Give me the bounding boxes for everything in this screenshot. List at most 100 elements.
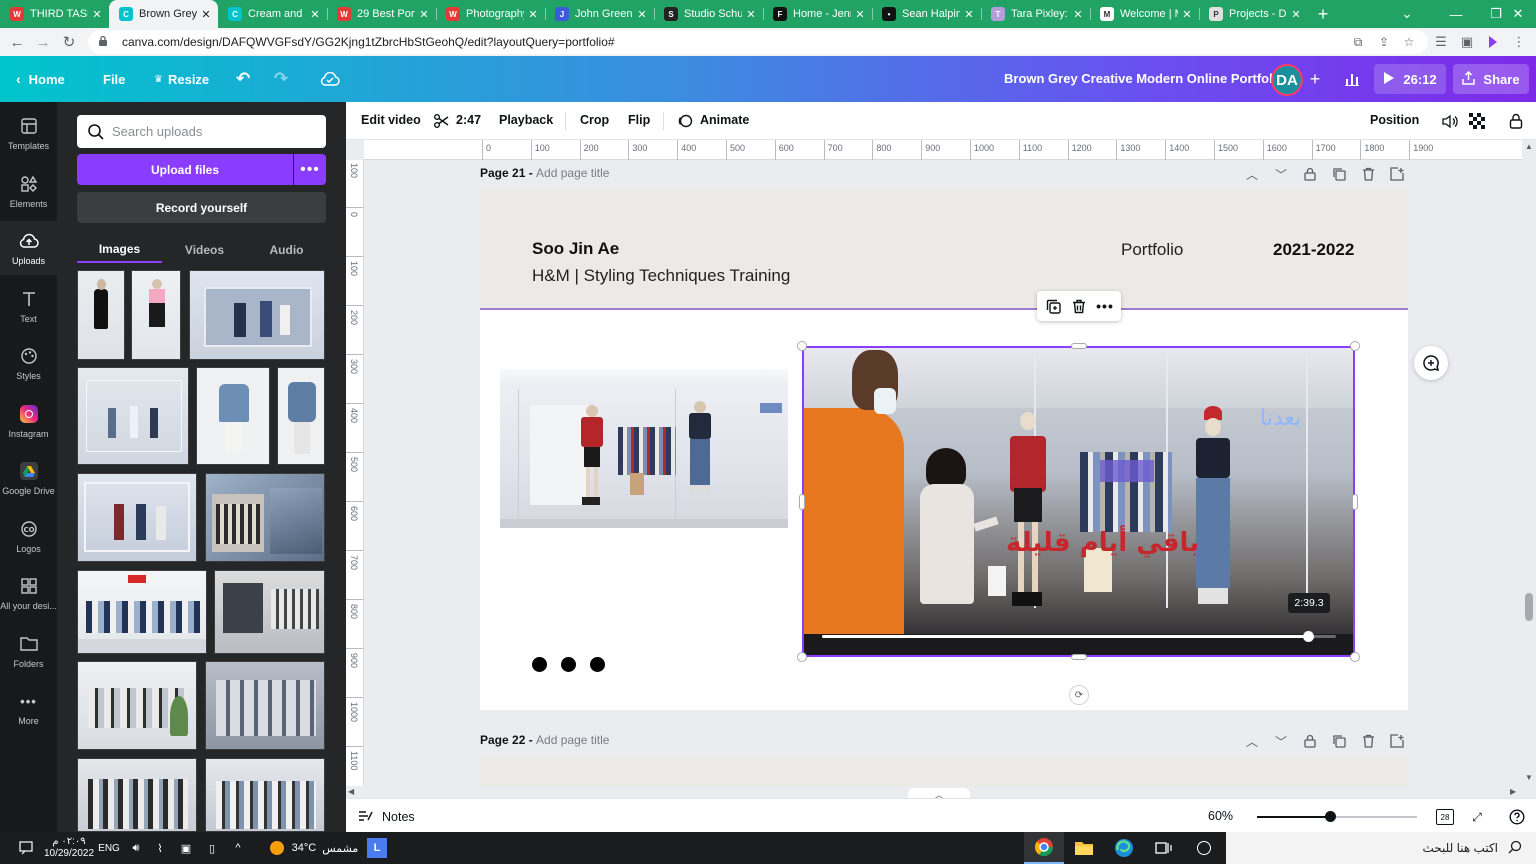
add-page-title[interactable]: Add page title xyxy=(536,166,609,180)
page-grid-button[interactable]: 28 xyxy=(1434,806,1456,828)
url-bar[interactable]: canva.com/design/DAFQWVGFsdY/GG2Kjng1tZb… xyxy=(88,30,1428,54)
upload-thumbnail[interactable] xyxy=(77,270,125,360)
tab-close-icon[interactable]: ✕ xyxy=(745,8,757,21)
transparency-checker-icon[interactable] xyxy=(1467,111,1487,131)
tab-close-icon[interactable]: ✕ xyxy=(1072,8,1084,21)
upload-thumbnail[interactable] xyxy=(277,367,325,465)
tab-close-icon[interactable]: ✕ xyxy=(854,8,866,21)
browser-tab[interactable]: W THIRD TASK:✕ xyxy=(0,0,109,28)
upload-thumbnail[interactable] xyxy=(77,758,197,832)
resize-handle[interactable] xyxy=(1350,341,1360,351)
insights-chart-icon[interactable] xyxy=(1337,64,1367,94)
tab-close-icon[interactable]: ✕ xyxy=(418,8,430,21)
upload-thumbnail[interactable] xyxy=(131,270,181,360)
upload-thumbnail[interactable] xyxy=(77,570,207,654)
lock-page-icon[interactable] xyxy=(1300,164,1320,184)
duplicate-page-icon[interactable] xyxy=(1329,731,1349,751)
tab-close-icon[interactable]: ✕ xyxy=(1290,8,1302,21)
file-menu-button[interactable]: File xyxy=(103,64,125,94)
browser-tab[interactable]: C Brown Grey C✕ xyxy=(109,0,218,28)
resize-button[interactable]: ♛ Resize xyxy=(154,64,209,94)
upload-thumbnail[interactable] xyxy=(77,473,197,562)
forward-arrow-icon[interactable]: → xyxy=(30,29,56,55)
back-arrow-icon[interactable]: ← xyxy=(4,29,30,55)
system-clock[interactable]: ٠٢:٠٩ م 10/29/2022 xyxy=(44,832,94,864)
animate-icon[interactable] xyxy=(675,111,695,131)
video-scrubber-track[interactable] xyxy=(822,635,1336,638)
display-icon[interactable]: ▣ xyxy=(176,832,196,864)
bookmark-star-icon[interactable]: ☆ xyxy=(1397,30,1421,54)
project-subtitle[interactable]: H&M | Styling Techniques Training xyxy=(532,266,790,286)
scroll-down-arrow-icon[interactable]: ▼ xyxy=(1525,773,1533,782)
battery-icon[interactable]: ▯ xyxy=(202,832,222,864)
tab-close-icon[interactable]: ✕ xyxy=(91,8,103,21)
chrome-taskbar-icon[interactable] xyxy=(1024,832,1064,864)
cloud-saved-icon[interactable] xyxy=(320,64,340,94)
browser-tab[interactable]: W Photography ✕ xyxy=(436,0,545,28)
tab-images[interactable]: Images xyxy=(77,237,162,263)
add-comment-icon[interactable] xyxy=(1414,346,1448,380)
upload-thumbnail[interactable] xyxy=(205,661,325,750)
tab-search-chevron-icon[interactable]: ⌄ xyxy=(1387,0,1427,28)
upload-options-more-icon[interactable]: ••• xyxy=(294,154,326,185)
zoom-slider-handle[interactable] xyxy=(1325,811,1336,822)
sidebar-item-text[interactable]: Text xyxy=(0,279,57,333)
tab-close-icon[interactable]: ✕ xyxy=(963,8,975,21)
avatar[interactable]: DA xyxy=(1271,64,1303,96)
upload-thumbnail[interactable] xyxy=(205,473,325,562)
browser-tab[interactable]: J John Green ✕ xyxy=(545,0,654,28)
speaker-icon[interactable]: 🔊︎ xyxy=(126,832,146,864)
browser-tab[interactable]: P Projects - Dia✕ xyxy=(1199,0,1308,28)
language-indicator[interactable]: ENG xyxy=(96,832,122,864)
vertical-scroll-thumb[interactable] xyxy=(1525,593,1533,621)
upload-thumbnail[interactable] xyxy=(189,270,325,360)
flip-button[interactable]: Flip xyxy=(628,113,650,127)
edit-video-button[interactable]: Edit video xyxy=(361,113,421,127)
install-app-icon[interactable]: ⧉ xyxy=(1346,30,1370,54)
side-panel-icon[interactable]: ▣ xyxy=(1454,29,1480,55)
wifi-icon[interactable]: ⌇ xyxy=(150,832,170,864)
video-scrubber-handle[interactable] xyxy=(1303,631,1314,642)
notification-icon[interactable] xyxy=(8,832,44,864)
playback-button[interactable]: Playback xyxy=(499,113,553,127)
decorative-dot[interactable] xyxy=(561,657,576,672)
upload-thumbnail[interactable] xyxy=(205,758,325,832)
browser-tab[interactable]: T Tara Pixley: P✕ xyxy=(981,0,1090,28)
resize-handle[interactable] xyxy=(797,652,807,662)
lock-page-icon[interactable] xyxy=(1300,731,1320,751)
crop-button[interactable]: Crop xyxy=(580,113,609,127)
fullscreen-icon[interactable]: ⤢ xyxy=(1466,806,1488,828)
tab-close-icon[interactable]: ✕ xyxy=(636,8,648,21)
tab-close-icon[interactable]: ✕ xyxy=(309,8,321,21)
resize-handle[interactable] xyxy=(1350,652,1360,662)
scroll-left-arrow-icon[interactable]: ◀ xyxy=(348,787,354,796)
page-22-canvas[interactable] xyxy=(480,756,1408,786)
notes-button[interactable]: Notes xyxy=(358,809,415,825)
store-window-image[interactable] xyxy=(500,369,788,528)
delete-page-icon[interactable] xyxy=(1358,731,1378,751)
animate-button[interactable]: Animate xyxy=(700,113,749,127)
decorative-dot[interactable] xyxy=(590,657,605,672)
file-explorer-icon[interactable] xyxy=(1064,832,1104,864)
redo-icon[interactable]: ↷ xyxy=(274,64,288,94)
upload-thumbnail[interactable] xyxy=(214,570,325,654)
search-uploads-input[interactable] xyxy=(112,124,312,139)
page-up-chevron-icon[interactable]: ︿ xyxy=(1242,731,1262,751)
resize-handle[interactable] xyxy=(1352,494,1358,510)
browser-tab[interactable]: C Cream and G✕ xyxy=(218,0,327,28)
volume-icon[interactable] xyxy=(1440,111,1460,131)
browser-tab[interactable]: S Studio Schurk✕ xyxy=(654,0,763,28)
resize-handle[interactable] xyxy=(799,494,805,510)
upload-thumbnail[interactable] xyxy=(77,367,189,465)
sidebar-item-instagram[interactable]: Instagram xyxy=(0,394,57,448)
delete-icon[interactable] xyxy=(1068,295,1090,317)
trim-duration[interactable]: 2:47 xyxy=(456,113,481,127)
zoom-slider-track[interactable] xyxy=(1257,816,1417,818)
position-button[interactable]: Position xyxy=(1370,113,1419,127)
sidebar-item-uploads[interactable]: Uploads xyxy=(0,221,57,275)
help-icon[interactable] xyxy=(1506,806,1528,828)
page-down-chevron-icon[interactable]: ﹀ xyxy=(1271,731,1291,751)
taskbar-search-box[interactable]: اكتب هنا للبحث xyxy=(1226,832,1536,864)
edge-icon[interactable] xyxy=(1104,832,1144,864)
portfolio-label[interactable]: Portfolio xyxy=(1121,240,1183,260)
